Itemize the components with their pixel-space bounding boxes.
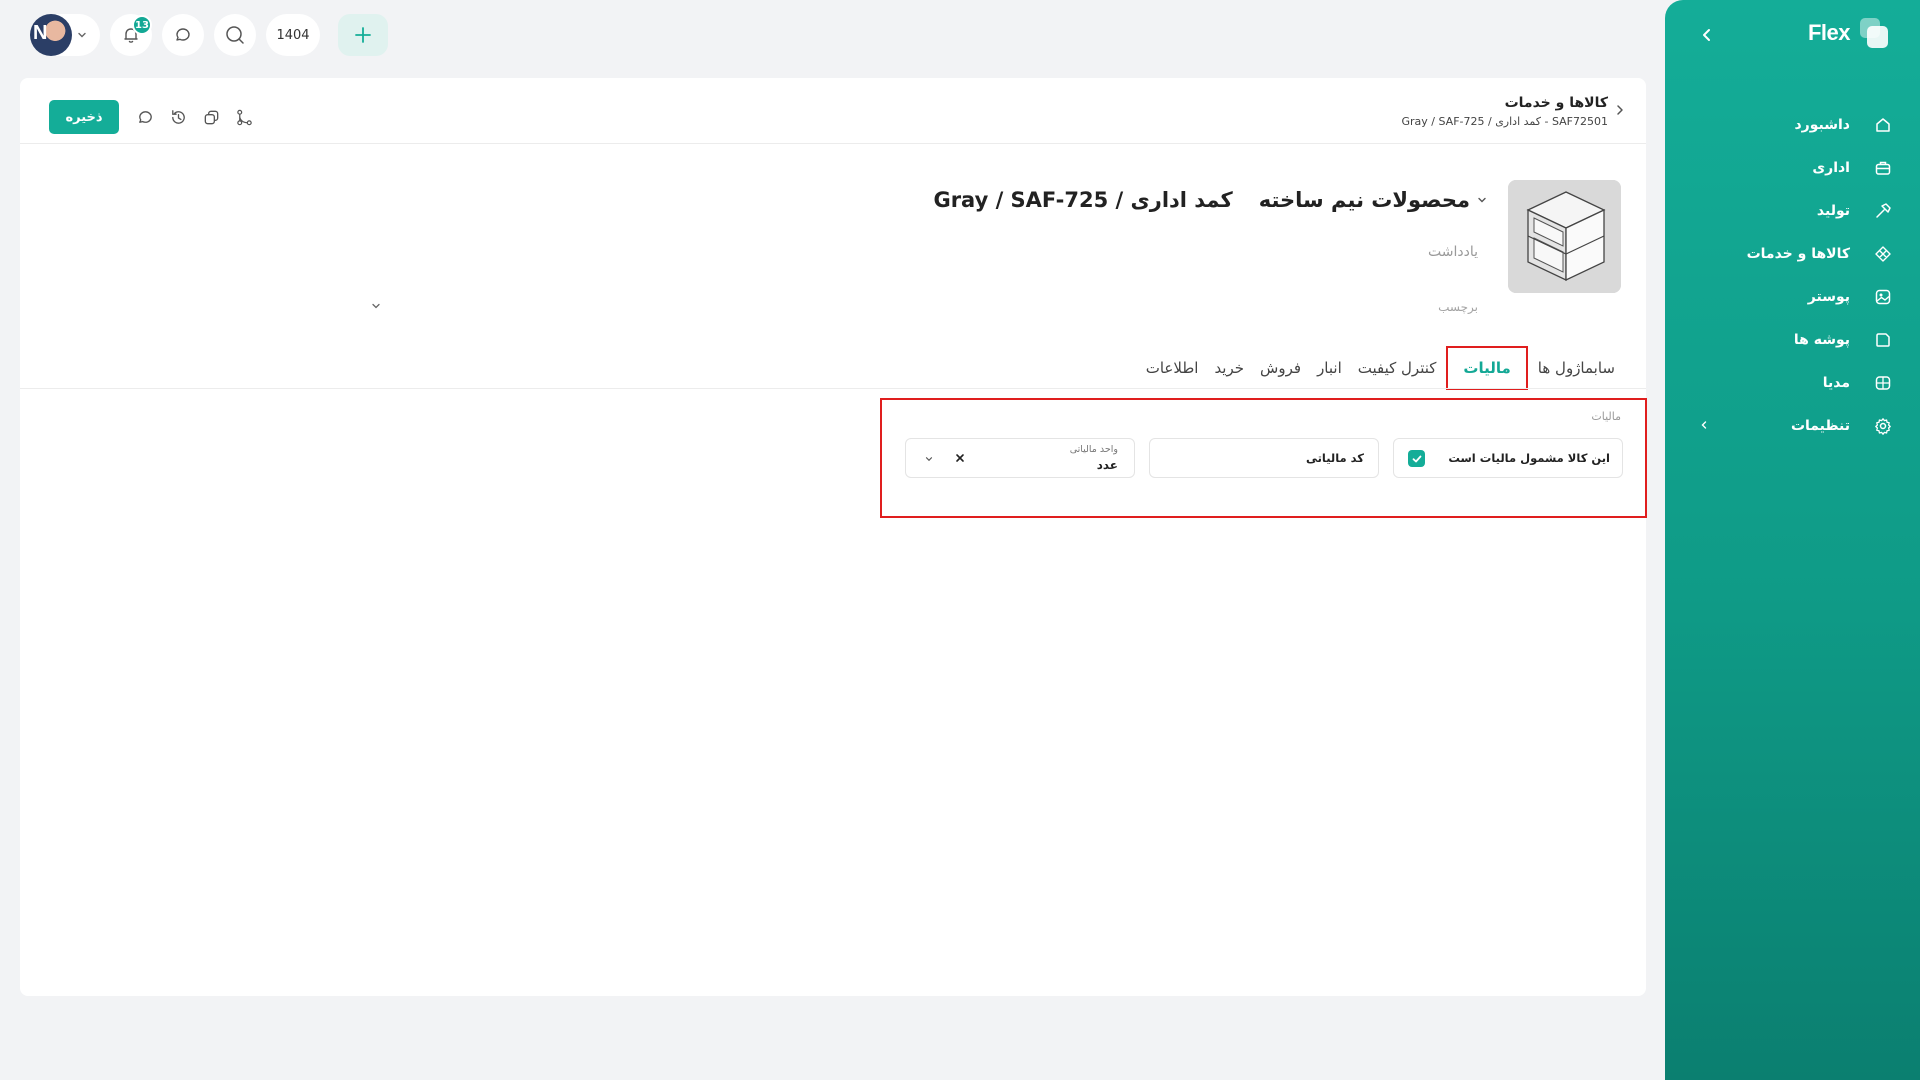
media-icon	[1874, 374, 1892, 392]
tab-quality-control[interactable]: کنترل کیفیت	[1352, 346, 1443, 390]
sidebar-item-dashboard[interactable]: داشبورد	[1665, 103, 1920, 146]
header-tools	[136, 108, 254, 127]
sidebar-item-label: تنظیمات	[1790, 417, 1850, 434]
sidebar-nav: داشبورد اداری تولید کالاها و خدمات پوستر	[1665, 103, 1920, 447]
sidebar-item-label: مدیا	[1822, 374, 1850, 391]
sidebar-item-label: تولید	[1816, 202, 1850, 219]
breadcrumb-title[interactable]: کالاها و خدمات	[1402, 95, 1608, 111]
home-icon	[1874, 116, 1892, 134]
sidebar-item-label: پوستر	[1807, 288, 1850, 305]
chevron-down-icon	[1476, 194, 1488, 206]
note-input[interactable]	[1218, 238, 1478, 266]
tag-field	[370, 294, 1478, 320]
tab-bar: اطلاعات خرید فروش انبار کنترل کیفیت مالی…	[1140, 346, 1621, 390]
gear-icon	[1874, 417, 1892, 435]
sidebar-header: Flex	[1665, 0, 1920, 70]
folder-icon	[1874, 331, 1892, 349]
avatar: N	[30, 14, 72, 56]
history-icon[interactable]	[169, 108, 188, 127]
brand-name: Flex	[1807, 20, 1851, 45]
chat-button[interactable]	[162, 14, 204, 56]
tax-unit-label: واحد مالیاتی	[1069, 444, 1118, 455]
check-icon[interactable]	[1408, 450, 1425, 467]
tab-submodules[interactable]: سابماژول ها	[1532, 346, 1621, 390]
tax-section-label: مالیات	[1591, 410, 1621, 423]
sidebar-item-office[interactable]: اداری	[1665, 146, 1920, 189]
tab-inventory[interactable]: انبار	[1311, 346, 1348, 390]
tag-input[interactable]	[1078, 294, 1478, 320]
plus-icon	[353, 25, 373, 45]
breadcrumb: کالاها و خدمات SAF72501 - کمد اداری / Gr…	[1402, 95, 1609, 128]
briefcase-icon	[1874, 159, 1892, 177]
tax-unit-value: عدد	[1096, 458, 1118, 472]
notifications-button[interactable]: 13	[110, 14, 152, 56]
taxable-label: این کالا مشمول مالیات است	[1448, 451, 1610, 465]
tax-code-field	[1149, 438, 1379, 478]
tax-code-input[interactable]	[1150, 439, 1378, 477]
duplicate-icon[interactable]	[202, 108, 221, 127]
tab-purchase[interactable]: خرید	[1208, 346, 1250, 390]
sidebar-item-label: اداری	[1812, 159, 1850, 176]
avatar-initial: N	[33, 22, 48, 44]
sidebar: Flex داشبورد اداری تولید کالاها و خدمات …	[1665, 0, 1920, 1080]
main-card: ذخیره کالاها و خدمات SAF72501 - کمد ادار…	[20, 78, 1647, 996]
hammer-icon	[1874, 202, 1892, 220]
card-header: ذخیره کالاها و خدمات SAF72501 - کمد ادار…	[20, 78, 1646, 144]
image-icon	[1874, 288, 1892, 306]
sidebar-item-production[interactable]: تولید	[1665, 189, 1920, 232]
chevron-left-icon[interactable]	[1698, 419, 1710, 431]
tab-sales[interactable]: فروش	[1254, 346, 1307, 390]
tax-section: مالیات این کالا مشمول مالیات است واحد ما…	[880, 398, 1647, 518]
chevron-right-icon[interactable]	[1612, 102, 1628, 118]
sidebar-item-folders[interactable]: پوشه ها	[1665, 318, 1920, 361]
breadcrumb-subtitle: SAF72501 - کمد اداری / Gray / SAF-725	[1401, 115, 1609, 128]
user-menu[interactable]: N	[30, 14, 100, 56]
box-icon	[1874, 245, 1892, 263]
product-title-row: محصولات نیم ساخته کمد اداری / Gray / SAF…	[933, 188, 1488, 212]
product-category: محصولات نیم ساخته	[1258, 188, 1470, 212]
add-button[interactable]	[338, 14, 388, 56]
search-icon	[224, 24, 246, 46]
sidebar-item-media[interactable]: مدیا	[1665, 361, 1920, 404]
fiscal-year-button[interactable]: 1404	[266, 14, 320, 56]
close-icon[interactable]	[954, 452, 966, 464]
chat-icon[interactable]	[136, 108, 155, 127]
search-button[interactable]	[214, 14, 256, 56]
product-name[interactable]: کمد اداری / Gray / SAF-725	[933, 188, 1232, 212]
brand-logo-icon	[1858, 16, 1890, 50]
sidebar-item-label: داشبورد	[1794, 116, 1851, 133]
sidebar-item-settings[interactable]: تنظیمات	[1665, 404, 1920, 447]
brand[interactable]: Flex	[1808, 16, 1890, 50]
chat-icon	[173, 25, 193, 45]
sidebar-item-products[interactable]: کالاها و خدمات	[1665, 232, 1920, 275]
chevron-down-icon	[76, 29, 88, 41]
sidebar-item-label: پوشه ها	[1793, 331, 1850, 348]
chevron-down-icon[interactable]	[924, 454, 934, 464]
chevron-down-icon[interactable]	[370, 300, 382, 312]
tax-unit-select[interactable]: واحد مالیاتی عدد	[905, 438, 1135, 478]
tab-info[interactable]: اطلاعات	[1140, 346, 1205, 390]
sidebar-collapse-icon[interactable]	[1697, 25, 1717, 45]
notification-badge: 13	[132, 15, 152, 35]
sidebar-item-label: کالاها و خدمات	[1746, 245, 1850, 262]
product-image[interactable]	[1508, 180, 1621, 293]
branch-icon[interactable]	[235, 108, 254, 127]
tab-divider	[20, 388, 1646, 389]
taxable-checkbox-field[interactable]: این کالا مشمول مالیات است	[1393, 438, 1623, 478]
category-selector[interactable]: محصولات نیم ساخته	[1259, 188, 1488, 212]
save-button[interactable]: ذخیره	[49, 100, 119, 134]
topbar: N 13 1404	[30, 14, 388, 56]
tab-tax[interactable]: مالیات	[1446, 346, 1528, 390]
sidebar-item-poster[interactable]: پوستر	[1665, 275, 1920, 318]
